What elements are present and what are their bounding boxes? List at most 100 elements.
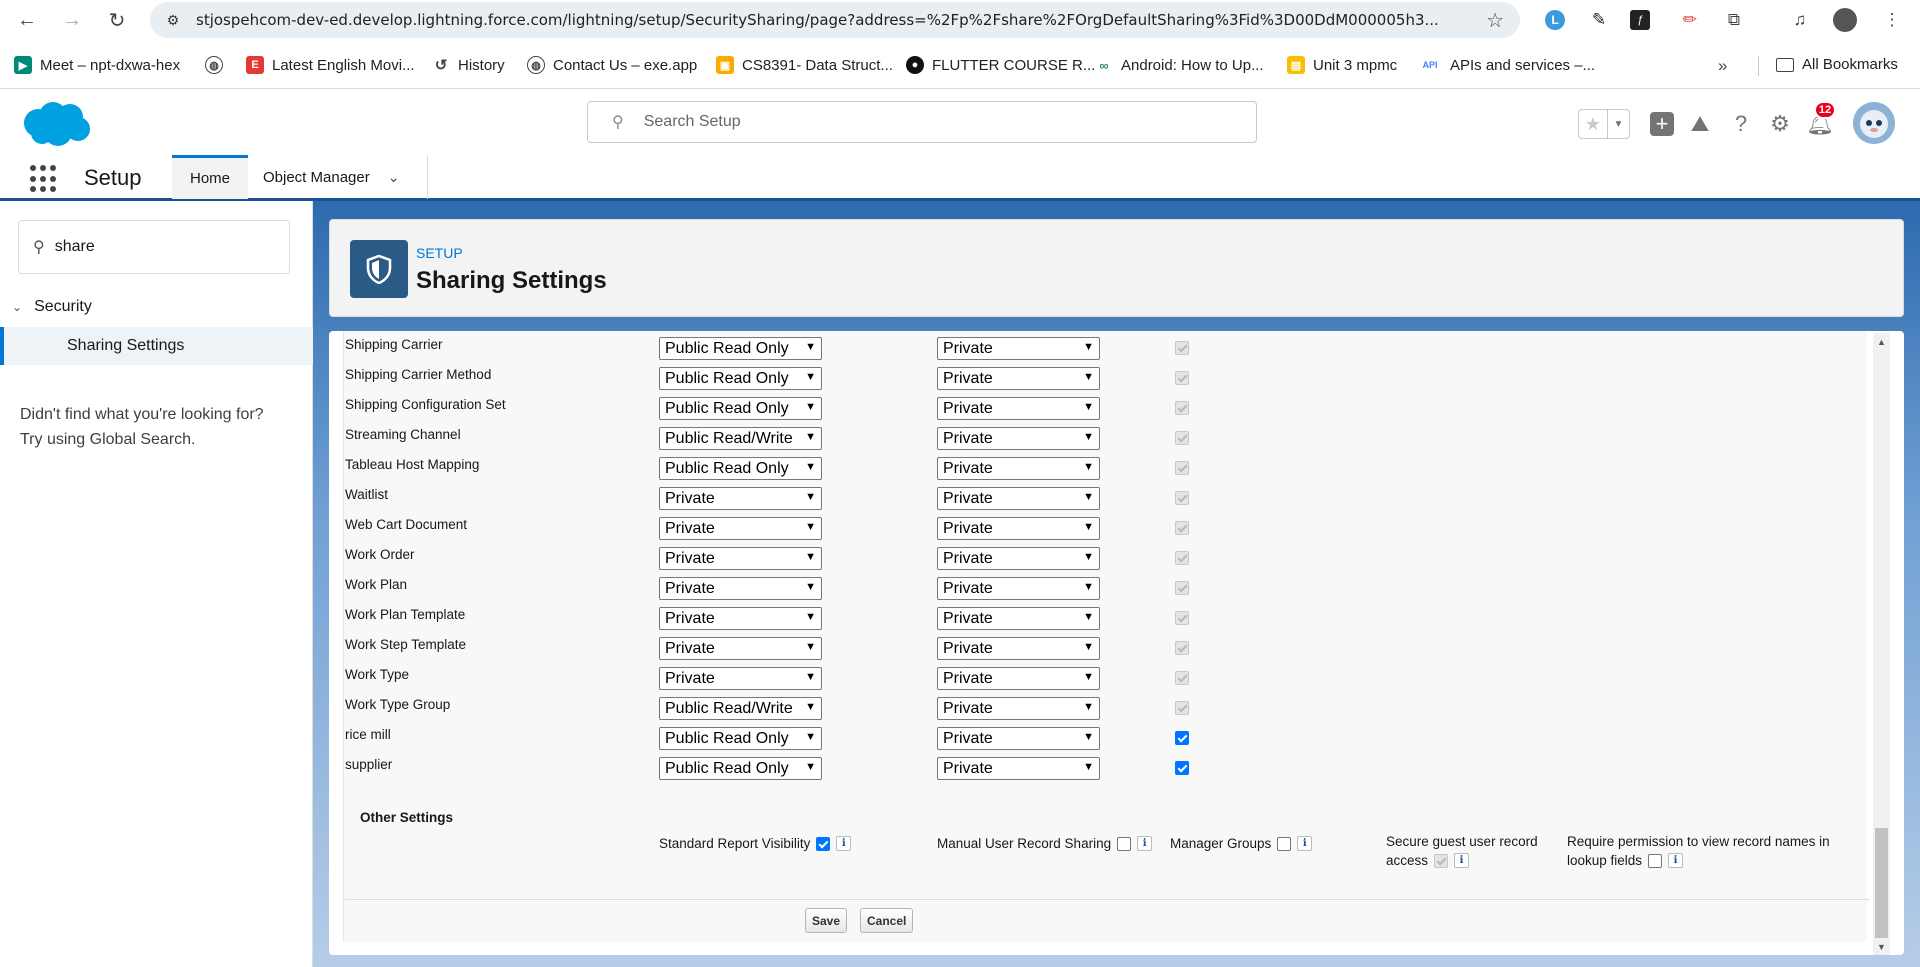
favorites-dropdown-icon[interactable]: ▼ [1607, 110, 1629, 138]
external-access-select[interactable]: Private ▼ [937, 637, 1100, 660]
quick-find-box[interactable]: ⚲ [18, 220, 290, 274]
chevron-down-icon[interactable]: ⌄ [388, 169, 400, 186]
extension-l-icon[interactable]: L [1541, 6, 1569, 34]
external-access-select[interactable]: Private ▼ [937, 667, 1100, 690]
info-icon[interactable]: i [1668, 853, 1684, 868]
select-value: Public Read Only [665, 729, 789, 747]
internal-access-select[interactable]: Public Read/Write ▼ [659, 427, 822, 450]
global-header: ⚲ ★ ▼ + ⛰ ? ⚙ 🔔︎ 12 [0, 88, 1920, 155]
all-bookmarks-folder[interactable]: All Bookmarks [1776, 56, 1898, 73]
external-access-select[interactable]: Private ▼ [937, 397, 1100, 420]
external-access-select[interactable]: Private ▼ [937, 487, 1100, 510]
bookmark-contact[interactable]: ◍ Contact Us – exe.app [527, 56, 697, 74]
internal-access-select[interactable]: Public Read Only ▼ [659, 727, 822, 750]
salesforce-cloud-logo[interactable] [20, 101, 92, 147]
external-access-select[interactable]: Private ▼ [937, 427, 1100, 450]
scroll-down-arrow-icon[interactable]: ▼ [1873, 938, 1890, 955]
search-icon: ⚲ [33, 239, 45, 256]
cancel-button[interactable]: Cancel [860, 908, 914, 933]
external-access-select[interactable]: Private ▼ [937, 697, 1100, 720]
external-access-select[interactable]: Private ▼ [937, 757, 1100, 780]
internal-access-select[interactable]: Public Read Only ▼ [659, 337, 822, 360]
help-question-icon[interactable]: ? [1726, 109, 1756, 139]
info-icon[interactable]: i [836, 836, 852, 851]
scrollbar-thumb[interactable] [1875, 828, 1888, 938]
back-arrow-icon[interactable]: ← [12, 5, 42, 35]
external-access-select[interactable]: Private ▼ [937, 457, 1100, 480]
internal-access-select[interactable]: Private ▼ [659, 517, 822, 540]
reload-icon[interactable]: ↻ [102, 5, 132, 35]
pen-extension-icon[interactable]: ✏ [1676, 6, 1704, 34]
info-icon[interactable]: i [1454, 853, 1470, 868]
fx-extension-icon[interactable]: ƒ [1626, 6, 1654, 34]
external-access-select[interactable]: Private ▼ [937, 607, 1100, 630]
quick-find-input[interactable] [54, 238, 265, 256]
internal-access-select[interactable]: Public Read Only ▼ [659, 757, 822, 780]
bookmark-label: Unit 3 mpmc [1313, 56, 1398, 74]
internal-access-select[interactable]: Private ▼ [659, 607, 822, 630]
external-access-select[interactable]: Private ▼ [937, 517, 1100, 540]
bookmark-history[interactable]: ↺ History [432, 56, 505, 74]
more-bookmarks-chevron-icon[interactable]: » [1718, 56, 1727, 76]
bookmark-movies[interactable]: E Latest English Movi... [246, 56, 415, 74]
grant-hierarchy-checkbox[interactable] [1175, 731, 1189, 745]
internal-access-select[interactable]: Private ▼ [659, 577, 822, 600]
app-launcher-waffle-icon[interactable] [30, 165, 58, 193]
bookmark-apis[interactable]: API APIs and services –... [1418, 56, 1595, 74]
site-info-icon[interactable]: ⚙ [160, 7, 186, 33]
tab-home[interactable]: Home [172, 155, 248, 199]
tab-object-manager[interactable]: Object Manager ⌄ [248, 155, 428, 199]
global-search-input[interactable] [643, 113, 1204, 131]
grant-hierarchy-checkbox[interactable] [1175, 761, 1189, 775]
internal-access-select[interactable]: Public Read Only ▼ [659, 457, 822, 480]
forward-arrow-icon[interactable]: → [57, 5, 87, 35]
menu-kebab-icon[interactable]: ⋮ [1878, 6, 1906, 34]
extensions-puzzle-icon[interactable]: ⧉ [1720, 6, 1748, 34]
internal-access-select[interactable]: Private ▼ [659, 487, 822, 510]
external-access-select[interactable]: Private ▼ [937, 577, 1100, 600]
internal-access-select[interactable]: Private ▼ [659, 637, 822, 660]
favorites-star-icon[interactable]: ★ [1579, 110, 1607, 138]
internal-access-select[interactable]: Public Read/Write ▼ [659, 697, 822, 720]
bookmark-flutter[interactable]: ● FLUTTER COURSE R... [906, 56, 1095, 74]
external-access-select[interactable]: Private ▼ [937, 367, 1100, 390]
breadcrumb[interactable]: SETUP [416, 245, 463, 261]
url-text[interactable]: stjospehcom-dev-ed.develop.lightning.for… [196, 11, 1486, 29]
external-access-select[interactable]: Private ▼ [937, 547, 1100, 570]
favorites-group[interactable]: ★ ▼ [1578, 109, 1630, 139]
bookmark-cs8391[interactable]: ▣ CS8391- Data Struct... [716, 56, 893, 74]
tree-item-sharing-settings[interactable]: Sharing Settings [0, 327, 313, 365]
bookmark-unit3[interactable]: ▤ Unit 3 mpmc [1287, 56, 1397, 74]
profile-avatar-icon[interactable] [1831, 6, 1859, 34]
setup-gear-icon[interactable]: ⚙ [1765, 109, 1795, 139]
external-access-select[interactable]: Private ▼ [937, 337, 1100, 360]
manual-user-record-sharing-checkbox[interactable] [1117, 836, 1132, 851]
global-search-box[interactable]: ⚲ [587, 101, 1257, 143]
info-icon[interactable]: i [1297, 836, 1313, 851]
address-bar[interactable]: ⚙ stjospehcom-dev-ed.develop.lightning.f… [150, 2, 1520, 38]
tree-item-security[interactable]: ⌄ Security [12, 298, 92, 316]
eyedropper-icon[interactable]: ✎ [1585, 6, 1613, 34]
bookmark-globe[interactable]: ◍ [205, 56, 223, 74]
vertical-scrollbar[interactable]: ▲ ▼ [1873, 333, 1890, 955]
info-icon[interactable]: i [1137, 836, 1153, 851]
manager-groups-checkbox[interactable] [1277, 836, 1292, 851]
internal-access-select[interactable]: Public Read Only ▼ [659, 367, 822, 390]
scroll-up-arrow-icon[interactable]: ▲ [1873, 333, 1890, 350]
internal-access-select[interactable]: Private ▼ [659, 547, 822, 570]
bookmark-star-icon[interactable]: ☆ [1486, 8, 1504, 33]
not-found-line: Didn't find what you're looking for? [20, 406, 264, 423]
global-actions-plus-icon[interactable]: + [1647, 109, 1677, 139]
trailhead-guide-icon[interactable]: ⛰ [1685, 109, 1715, 139]
save-button[interactable]: Save [805, 908, 848, 933]
internal-access-select[interactable]: Private ▼ [659, 667, 822, 690]
standard-report-visibility-checkbox[interactable] [816, 836, 831, 851]
external-access-select[interactable]: Private ▼ [937, 727, 1100, 750]
bookmark-android[interactable]: ∞ Android: How to Up... [1095, 56, 1264, 74]
media-controls-icon[interactable]: ♫ [1786, 6, 1814, 34]
bookmark-meet[interactable]: ▶ Meet – npt-dxwa-hex [14, 56, 180, 74]
require-permission-checkbox[interactable] [1648, 853, 1663, 868]
internal-access-select[interactable]: Public Read Only ▼ [659, 397, 822, 420]
chevron-down-icon[interactable]: ⌄ [12, 300, 22, 314]
user-avatar[interactable] [1853, 102, 1895, 144]
